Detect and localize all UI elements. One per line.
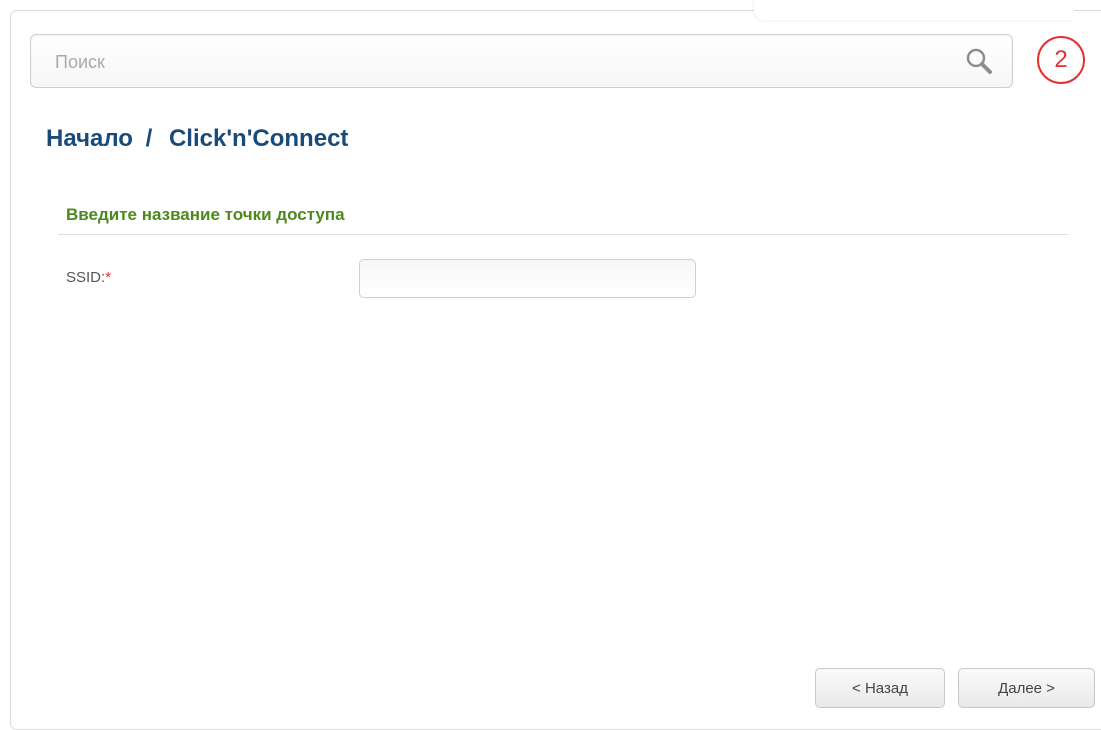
next-button[interactable]: Далее > bbox=[958, 668, 1095, 708]
search-bar bbox=[30, 34, 1013, 89]
ssid-label-text: SSID: bbox=[66, 269, 106, 286]
breadcrumb-current: Click'n'Connect bbox=[168, 125, 349, 152]
ssid-input[interactable] bbox=[359, 259, 696, 298]
content-panel bbox=[10, 10, 1101, 730]
required-mark: * bbox=[105, 269, 112, 286]
section-divider bbox=[58, 234, 1068, 235]
breadcrumb-separator: / bbox=[145, 125, 153, 152]
search-icon[interactable] bbox=[963, 45, 997, 79]
step-number-badge: 2 bbox=[1037, 36, 1085, 84]
section-title: Введите название точки доступа bbox=[66, 205, 345, 224]
breadcrumb-home[interactable]: Начало bbox=[46, 125, 133, 152]
search-input[interactable] bbox=[53, 35, 937, 89]
ssid-label: SSID:* bbox=[66, 269, 111, 286]
back-button[interactable]: < Назад bbox=[815, 668, 945, 708]
breadcrumb: Начало / Click'n'Connect bbox=[46, 125, 348, 153]
panel-notch bbox=[754, 0, 1074, 20]
